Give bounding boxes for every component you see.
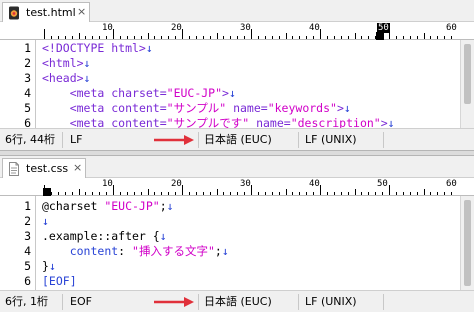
code-line: <html>↓ <box>42 56 91 70</box>
html-file-icon <box>9 6 19 20</box>
close-tab-icon[interactable]: × <box>77 5 86 19</box>
code-line: <meta charset="EUC-JP">↓ <box>69 86 236 100</box>
html-editor-pane: test.html × 10 20 30 40 50 60 1 2 3 4 5 … <box>0 0 474 150</box>
line-ending-indicator[interactable]: LF <box>70 133 82 147</box>
tab-label: test.css <box>26 162 69 175</box>
code-line: ↓ <box>42 214 49 228</box>
status-separator <box>383 132 384 148</box>
status-bar: 6行, 44桁 LF 日本語 (EUC) LF (UNIX) <box>0 128 474 150</box>
code-area[interactable]: @charset "EUC-JP";↓ ↓ .example::after {↓… <box>42 196 229 289</box>
line-number: 4 <box>24 86 31 100</box>
tab-label: test.html <box>26 6 76 19</box>
css-editor-pane: test.css × 10 20 30 40 50 60 1 2 3 4 5 6… <box>0 156 474 312</box>
code-line: @charset "EUC-JP";↓ <box>42 199 174 213</box>
line-number: 5 <box>24 259 31 273</box>
line-number: 1 <box>24 199 31 213</box>
code-line: }↓ <box>42 259 56 273</box>
status-bar: 6行, 1桁 EOF 日本語 (EUC) LF (UNIX) <box>0 290 474 312</box>
ruler-cursor-marker <box>43 188 51 196</box>
line-number: 2 <box>24 214 31 228</box>
status-separator <box>62 132 63 148</box>
ruler-ticks <box>43 185 452 196</box>
ruler-label-40: 40 <box>309 23 320 33</box>
tab-strip: test.html × <box>0 0 474 22</box>
line-number: 6 <box>24 274 31 288</box>
tab-test-css[interactable]: test.css × <box>2 158 86 178</box>
ruler-label-10: 10 <box>102 179 113 189</box>
code-line: .example::after {↓ <box>42 229 167 243</box>
ruler-label-60: 60 <box>446 179 457 189</box>
code-area[interactable]: <!DOCTYPE html>↓ <html>↓ <head>↓ <meta c… <box>42 40 395 131</box>
cursor-position: 6行, 1桁 <box>5 295 48 308</box>
status-separator <box>298 294 299 310</box>
code-line: <meta content="サンプル" name="keywords">↓ <box>69 101 351 115</box>
tab-strip: test.css × <box>0 156 474 178</box>
line-number-gutter: 1 2 3 4 5 6 <box>0 196 36 290</box>
code-line: <!DOCTYPE html>↓ <box>42 41 153 55</box>
code-editor[interactable]: 1 2 3 4 5 6 <!DOCTYPE html>↓ <html>↓ <he… <box>0 40 460 131</box>
encoding-indicator[interactable]: 日本語 (EUC) <box>204 133 272 147</box>
status-separator <box>198 132 199 148</box>
css-file-icon <box>9 162 19 176</box>
cursor-position: 6行, 44桁 <box>5 133 55 146</box>
ruler-label-50-current: 50 <box>377 23 390 33</box>
red-arrow-icon <box>154 297 194 307</box>
column-ruler: 10 20 30 40 50 60 <box>0 178 474 196</box>
ruler-label-10: 10 <box>102 23 113 33</box>
ruler-label-40: 40 <box>309 179 320 189</box>
eof-marker: [EOF] <box>42 274 77 288</box>
status-separator <box>383 294 384 310</box>
status-separator <box>198 294 199 310</box>
ruler-label-50: 50 <box>377 179 388 189</box>
line-number: 4 <box>24 244 31 258</box>
ruler-label-30: 30 <box>240 23 251 33</box>
line-number: 2 <box>24 56 31 70</box>
scrollbar-thumb[interactable] <box>464 200 471 286</box>
red-arrow-icon <box>154 135 194 145</box>
column-ruler: 10 20 30 40 50 60 <box>0 22 474 40</box>
line-number: 1 <box>24 41 31 55</box>
line-ending-type[interactable]: LF (UNIX) <box>305 133 357 147</box>
line-ending-type[interactable]: LF (UNIX) <box>305 295 357 309</box>
code-line: <head>↓ <box>42 71 91 85</box>
code-line: [EOF] <box>42 274 229 289</box>
ruler-label-30: 30 <box>240 179 251 189</box>
code-editor[interactable]: 1 2 3 4 5 6 @charset "EUC-JP";↓ ↓ .examp… <box>0 196 460 290</box>
vertical-scrollbar[interactable] <box>460 40 474 128</box>
encoding-indicator[interactable]: 日本語 (EUC) <box>204 295 272 309</box>
code-line: content: "挿入する文字";↓ <box>69 244 229 258</box>
ruler-label-20: 20 <box>171 23 182 33</box>
scrollbar-thumb[interactable] <box>464 44 471 104</box>
status-separator <box>298 132 299 148</box>
ruler-label-20: 20 <box>171 179 182 189</box>
ruler-ticks <box>44 29 452 40</box>
status-separator <box>62 294 63 310</box>
line-number: 3 <box>24 71 31 85</box>
line-number: 5 <box>24 101 31 115</box>
tab-test-html[interactable]: test.html × <box>2 2 90 22</box>
vertical-scrollbar[interactable] <box>460 196 474 290</box>
line-number-gutter: 1 2 3 4 5 6 <box>0 40 36 130</box>
line-ending-indicator[interactable]: EOF <box>70 295 92 309</box>
close-tab-icon[interactable]: × <box>73 161 82 175</box>
ruler-label-60: 60 <box>446 23 457 33</box>
ruler-cursor-marker <box>376 32 384 40</box>
line-number: 3 <box>24 229 31 243</box>
